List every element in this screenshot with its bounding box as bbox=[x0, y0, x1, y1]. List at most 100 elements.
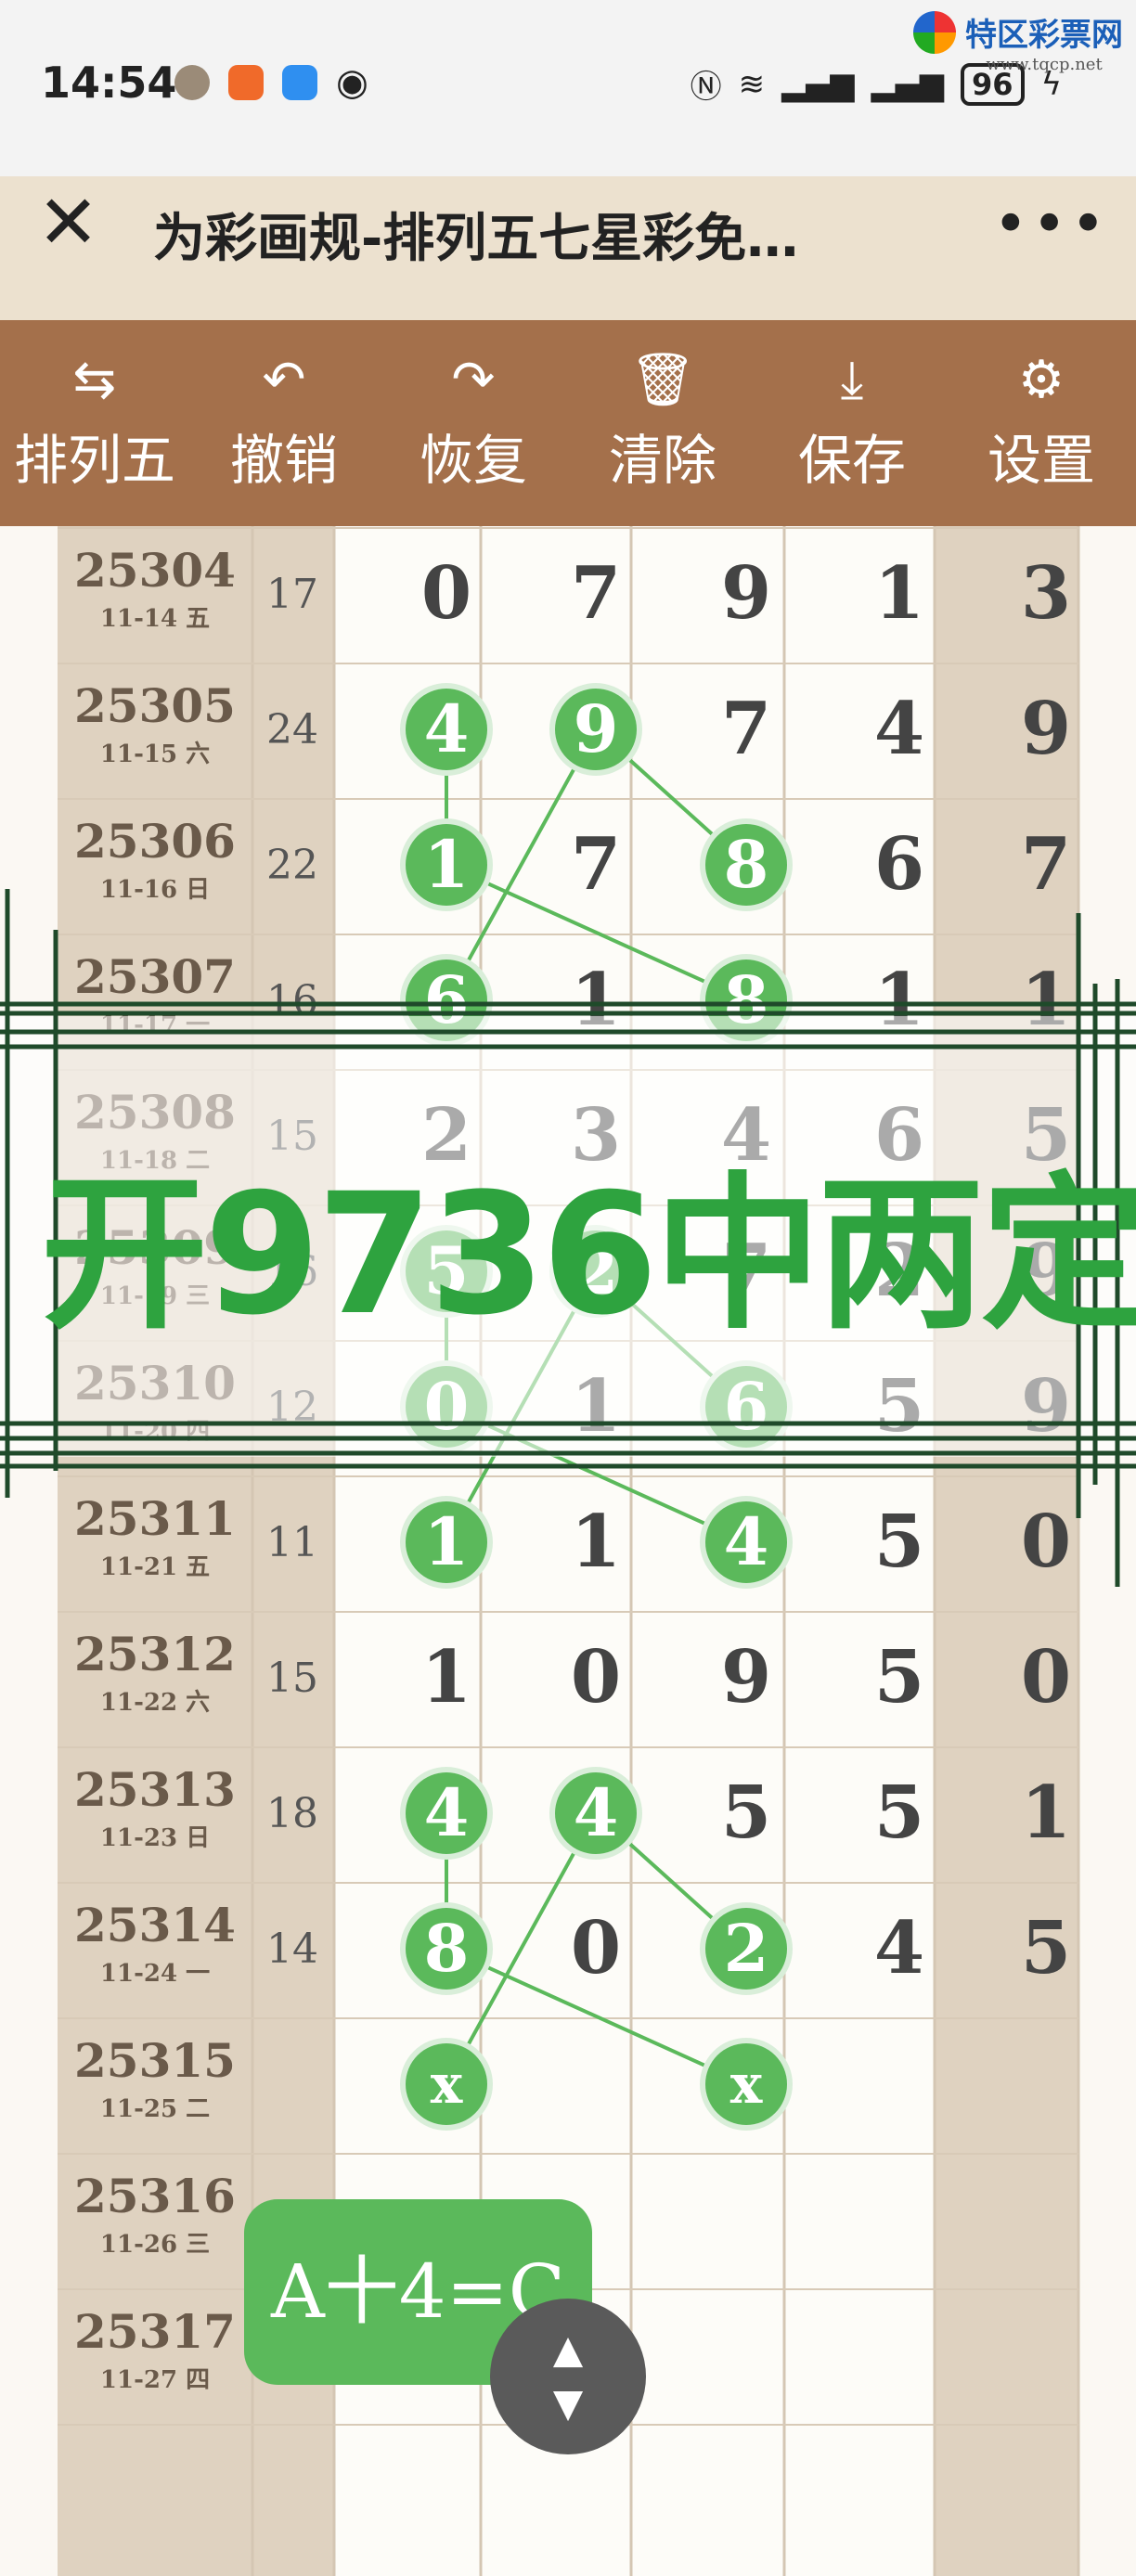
close-icon[interactable]: ✕ bbox=[37, 186, 99, 260]
digit-cell[interactable]: 9 bbox=[705, 553, 787, 635]
issue-date: 11-27 四 bbox=[99, 2366, 211, 2394]
digit-cell[interactable]: 5 bbox=[858, 1637, 940, 1719]
redo-icon: ↷ bbox=[451, 350, 496, 410]
issue-cell: 25305 11-15 六 bbox=[58, 662, 252, 769]
digit-cell[interactable]: 1 bbox=[406, 1637, 487, 1719]
digit-cell[interactable]: 0 bbox=[555, 1908, 637, 1990]
highlighted-digit[interactable]: 4 bbox=[555, 1772, 637, 1854]
issue-number: 25315 bbox=[74, 2033, 236, 2088]
toolbar-button-1[interactable]: ↶ 撤销 bbox=[189, 320, 379, 526]
digit-cell[interactable] bbox=[705, 2314, 787, 2396]
highlighted-digit[interactable]: 9 bbox=[555, 689, 637, 770]
highlighted-digit[interactable]: 4 bbox=[406, 689, 487, 770]
digit-cell[interactable]: 9 bbox=[1005, 689, 1087, 770]
issue-cell: 25306 11-16 日 bbox=[58, 797, 252, 905]
undo-icon: ↶ bbox=[262, 350, 306, 410]
digit-cell[interactable]: 1 bbox=[1005, 1772, 1087, 1854]
sum-value: 15 bbox=[266, 1655, 318, 1702]
watermark: 特区彩票网 www.tqcp.net bbox=[913, 9, 1123, 74]
toolbar-button-5[interactable]: ⚙ 设置 bbox=[947, 320, 1136, 526]
nfc-icon: Ⓝ bbox=[690, 69, 722, 106]
digit-cell[interactable]: 1 bbox=[555, 1501, 637, 1583]
digit-cell[interactable]: 4 bbox=[858, 1908, 940, 1990]
highlighted-digit[interactable]: 8 bbox=[705, 824, 787, 906]
digit-cell[interactable] bbox=[705, 2179, 787, 2260]
eye-icon: ◉ bbox=[336, 61, 368, 104]
digit-cell[interactable] bbox=[858, 2179, 940, 2260]
toolbar-button-0[interactable]: ⇆ 排列五 bbox=[0, 320, 189, 526]
digit-cell[interactable] bbox=[1005, 2179, 1087, 2260]
highlighted-digit[interactable]: 4 bbox=[705, 1501, 787, 1583]
issue-number: 25304 bbox=[74, 543, 236, 598]
digit-cell[interactable]: 4 bbox=[858, 689, 940, 770]
digit-cell[interactable]: 5 bbox=[858, 1501, 940, 1583]
digit-cell[interactable]: 0 bbox=[406, 553, 487, 635]
sum-value: 22 bbox=[266, 842, 318, 889]
clock: 14:54 bbox=[41, 58, 177, 108]
download-icon: ⤓ bbox=[840, 350, 864, 410]
issue-date: 11-16 日 bbox=[99, 876, 211, 904]
sum-value: 14 bbox=[266, 1926, 318, 1973]
highlighted-digit[interactable]: 8 bbox=[406, 1908, 487, 1990]
digit-cell[interactable]: 3 bbox=[1005, 553, 1087, 635]
highlighted-digit[interactable]: 4 bbox=[406, 1772, 487, 1854]
issue-date: 11-15 六 bbox=[99, 741, 211, 768]
app-notification-icon bbox=[228, 65, 264, 100]
scroll-down-icon: ▼ bbox=[552, 2380, 584, 2426]
toolbar: ⇆ 排列五 ↶ 撤销 ↷ 恢复 🗑 清除 ⤓ 保存 ⚙ 设置 bbox=[0, 320, 1136, 526]
toolbar-label: 撤销 bbox=[229, 429, 338, 492]
highlighted-digit[interactable]: 2 bbox=[705, 1908, 787, 1990]
highlighted-digit[interactable]: x bbox=[406, 2043, 487, 2125]
switch-icon: ⇆ bbox=[72, 350, 117, 410]
digit-cell[interactable]: 0 bbox=[1005, 1637, 1087, 1719]
digit-cell[interactable]: 7 bbox=[1005, 824, 1087, 906]
table-row: 25314 11-24 一 14 8 0 2 4 5 bbox=[0, 1881, 1136, 2016]
signal-icon: ▂▄▆ bbox=[781, 65, 855, 103]
issue-cell: 25314 11-24 一 bbox=[58, 1881, 252, 1989]
toolbar-button-3[interactable]: 🗑 清除 bbox=[568, 320, 757, 526]
issue-number: 25312 bbox=[74, 1627, 236, 1681]
digit-cell[interactable]: 0 bbox=[555, 1637, 637, 1719]
toolbar-label: 清除 bbox=[608, 429, 716, 492]
overlay-banner-text: 开9736中两定 bbox=[41, 1158, 1136, 1352]
digit-cell[interactable]: 6 bbox=[858, 824, 940, 906]
toolbar-label: 保存 bbox=[797, 429, 906, 492]
toolbar-label: 设置 bbox=[987, 429, 1095, 492]
digit-cell[interactable]: 7 bbox=[705, 689, 787, 770]
digit-cell[interactable] bbox=[1005, 2043, 1087, 2125]
issue-cell: 25313 11-23 日 bbox=[58, 1745, 252, 1853]
issue-date: 11-24 一 bbox=[99, 1960, 211, 1988]
issue-cell: 25316 11-26 三 bbox=[58, 2152, 252, 2260]
digit-cell[interactable] bbox=[858, 2043, 940, 2125]
digit-cell[interactable]: 9 bbox=[705, 1637, 787, 1719]
digit-cell[interactable]: 1 bbox=[858, 553, 940, 635]
highlighted-digit[interactable]: 1 bbox=[406, 1501, 487, 1583]
digit-cell[interactable] bbox=[1005, 2314, 1087, 2396]
toolbar-button-4[interactable]: ⤓ 保存 bbox=[757, 320, 947, 526]
issue-date: 11-14 五 bbox=[99, 605, 211, 633]
digit-cell[interactable]: 5 bbox=[1005, 1908, 1087, 1990]
cloud-icon bbox=[282, 65, 317, 100]
issue-date: 11-23 日 bbox=[99, 1824, 211, 1852]
issue-number: 25307 bbox=[74, 949, 236, 1004]
digit-cell[interactable] bbox=[555, 2043, 637, 2125]
scroll-toggle-button[interactable]: ▲ ▼ bbox=[490, 2299, 646, 2454]
more-options-button[interactable]: ••• bbox=[993, 190, 1109, 259]
issue-cell: 25312 11-22 六 bbox=[58, 1610, 252, 1718]
highlighted-digit[interactable]: x bbox=[705, 2043, 787, 2125]
digit-cell[interactable]: 5 bbox=[705, 1772, 787, 1854]
digit-cell[interactable]: 5 bbox=[858, 1772, 940, 1854]
digit-cell[interactable]: 0 bbox=[1005, 1501, 1087, 1583]
issue-cell: 25315 11-25 二 bbox=[58, 2016, 252, 2124]
table-row: 25305 11-15 六 24 4 9 7 4 9 bbox=[0, 662, 1136, 797]
sum-value: 11 bbox=[266, 1519, 318, 1566]
digit-cell[interactable]: 7 bbox=[555, 824, 637, 906]
digit-cell[interactable]: 7 bbox=[555, 553, 637, 635]
toolbar-button-2[interactable]: ↷ 恢复 bbox=[379, 320, 568, 526]
toolbar-label: 排列五 bbox=[13, 429, 175, 492]
wifi-icon: ≋ bbox=[738, 65, 766, 103]
highlighted-digit[interactable]: 1 bbox=[406, 824, 487, 906]
digit-cell[interactable] bbox=[858, 2314, 940, 2396]
issue-date: 11-21 五 bbox=[99, 1553, 211, 1581]
avatar-icon bbox=[174, 65, 210, 100]
